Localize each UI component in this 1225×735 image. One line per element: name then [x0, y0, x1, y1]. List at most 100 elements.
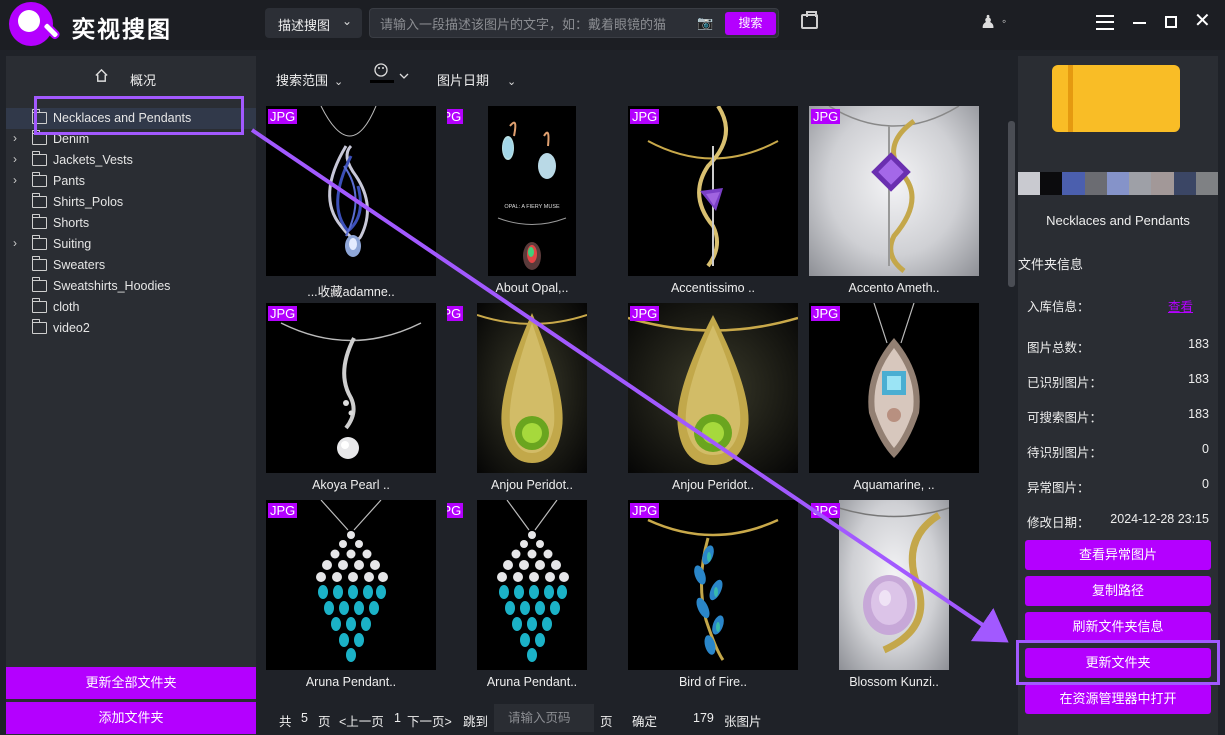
next-page-button[interactable]: 下一页>: [407, 711, 452, 730]
folder-tree-item[interactable]: › Suiting: [6, 234, 256, 255]
file-type-badge: JPG: [447, 503, 464, 518]
grid-scrollbar[interactable]: [1008, 121, 1015, 287]
menu-icon[interactable]: [1096, 15, 1114, 30]
image-date-dropdown[interactable]: 图片日期 ⌄: [437, 70, 516, 89]
folder-tree-label: cloth: [53, 300, 80, 314]
minimize-icon[interactable]: [1133, 22, 1146, 24]
camera-icon[interactable]: 📷: [697, 15, 713, 31]
image-caption: Anjou Peridot..: [491, 478, 573, 492]
folder-tree-item[interactable]: Shirts_Polos: [6, 192, 256, 213]
highlight-box-folder: [34, 96, 244, 135]
folder-tree-label: Pants: [53, 174, 85, 188]
open-in-explorer-button[interactable]: 在资源管理器中打开: [1025, 684, 1211, 714]
image-card[interactable]: JPG Akoya Pearl ..: [266, 303, 436, 496]
page-jump-confirm-button[interactable]: 确定: [632, 711, 657, 730]
folder-tree-item[interactable]: › Jackets_Vests: [6, 150, 256, 171]
image-thumbnail[interactable]: JPG: [447, 303, 617, 473]
folder-info-row: 已识别图片： 183: [1027, 372, 1209, 390]
copy-path-button[interactable]: 复制路径: [1025, 576, 1211, 606]
prev-page-button[interactable]: <上一页: [339, 711, 384, 730]
view-error-images-button[interactable]: 查看异常图片: [1025, 540, 1211, 570]
search-scope-dropdown[interactable]: 搜索范围 ⌄: [276, 70, 343, 89]
folder-icon: [31, 193, 47, 208]
info-key: 修改日期：: [1027, 516, 1090, 530]
filter-toolbar: 搜索范围 ⌄ 图片日期 ⌄: [262, 56, 1012, 100]
image-card[interactable]: JPG Aruna Pendant..: [266, 500, 436, 693]
folder-tree-item[interactable]: cloth: [6, 297, 256, 318]
update-all-folders-button[interactable]: 更新全部文件夹: [6, 667, 256, 699]
color-swatch[interactable]: [1018, 172, 1041, 195]
search-mode-label: 描述搜图: [278, 18, 331, 33]
folder-tree-item[interactable]: Shorts: [6, 213, 256, 234]
image-card[interactable]: JPG Aquamarine, ..: [809, 303, 979, 496]
refresh-folder-info-button[interactable]: 刷新文件夹信息: [1025, 612, 1211, 642]
info-value: 183: [1188, 372, 1209, 386]
color-palette: [1018, 172, 1218, 195]
color-filter-dropdown[interactable]: [370, 62, 412, 91]
image-thumbnail[interactable]: JPG: [447, 500, 617, 670]
image-card[interactable]: OPAL: A FIERY MUSE JPG About Opal,..: [447, 106, 617, 299]
image-thumbnail[interactable]: JPG: [266, 106, 436, 276]
color-swatch[interactable]: [1040, 172, 1063, 195]
image-caption: Aruna Pendant..: [486, 675, 578, 689]
info-key: 已识别图片：: [1027, 376, 1103, 390]
add-folder-button[interactable]: 添加文件夹: [6, 702, 256, 734]
pager-jump-label: 跳到: [463, 715, 489, 729]
image-card[interactable]: JPG Accentissimo ..: [628, 106, 798, 299]
folder-tree-item[interactable]: video2: [6, 318, 256, 339]
file-type-badge: JPG: [630, 306, 660, 321]
color-swatch[interactable]: [1173, 172, 1196, 195]
color-swatch[interactable]: [1151, 172, 1174, 195]
folder-icon: [31, 277, 47, 292]
color-swatch[interactable]: [1129, 172, 1152, 195]
image-thumbnail[interactable]: OPAL: A FIERY MUSE JPG: [447, 106, 617, 276]
folder-tree-label: Sweaters: [53, 258, 106, 272]
folder-tree-item[interactable]: Sweatshirts_Hoodies: [6, 276, 256, 297]
image-card[interactable]: JPG Aruna Pendant..: [447, 500, 617, 693]
color-swatch[interactable]: [1195, 172, 1218, 195]
info-key: 图片总数：: [1027, 341, 1090, 355]
chevron-down-icon: ⌄: [334, 76, 344, 88]
image-card[interactable]: JPG Anjou Peridot..: [447, 303, 617, 496]
folder-tree-label: Shirts_Polos: [53, 195, 124, 209]
image-thumbnail[interactable]: JPG: [628, 303, 798, 473]
view-ingest-info-link[interactable]: 查看: [1168, 296, 1193, 315]
image-card[interactable]: JPG Anjou Peridot..: [628, 303, 798, 496]
image-thumbnail[interactable]: JPG: [809, 106, 979, 276]
search-button[interactable]: 搜索: [725, 12, 776, 35]
user-icon[interactable]: ♟: [980, 12, 996, 33]
folder-tree-item[interactable]: Sweaters: [6, 255, 256, 276]
maximize-icon[interactable]: [1165, 16, 1177, 28]
image-card[interactable]: JPG Blossom Kunzi..: [809, 500, 979, 693]
info-value: 183: [1188, 407, 1209, 421]
image-card[interactable]: JPG ...收藏adamne..: [266, 106, 436, 299]
chevron-right-icon[interactable]: ›: [13, 236, 17, 250]
briefcase-icon[interactable]: [801, 11, 818, 29]
image-card[interactable]: JPG Accento Ameth..: [809, 106, 979, 299]
folder-tree-item[interactable]: › Pants: [6, 171, 256, 192]
color-swatch[interactable]: [1084, 172, 1107, 195]
chevron-right-icon[interactable]: ›: [13, 173, 17, 187]
image-thumbnail[interactable]: JPG: [809, 500, 979, 670]
image-card[interactable]: JPG Bird of Fire..: [628, 500, 798, 693]
close-icon[interactable]: ✕: [1194, 11, 1211, 31]
image-caption: Blossom Kunzi..: [849, 675, 939, 689]
search-input[interactable]: [380, 14, 685, 34]
color-swatch[interactable]: [1062, 172, 1085, 195]
image-thumbnail[interactable]: JPG: [266, 303, 436, 473]
overview-link[interactable]: 概况: [6, 56, 256, 100]
image-thumbnail[interactable]: JPG: [809, 303, 979, 473]
image-caption: Bird of Fire..: [678, 675, 748, 689]
image-count-unit: 张图片: [724, 715, 762, 729]
search-mode-dropdown[interactable]: 描述搜图 ⌄: [265, 8, 362, 38]
chevron-right-icon[interactable]: ›: [13, 152, 17, 166]
image-thumbnail[interactable]: JPG: [628, 500, 798, 670]
chevron-right-icon[interactable]: ›: [13, 131, 17, 145]
image-thumbnail[interactable]: JPG: [628, 106, 798, 276]
image-count: 179: [693, 711, 714, 725]
color-swatch[interactable]: [1106, 172, 1130, 195]
info-value: 0: [1202, 477, 1209, 491]
pager-page-unit2: 页: [600, 715, 613, 729]
image-thumbnail[interactable]: JPG: [266, 500, 436, 670]
page-number-input[interactable]: [494, 704, 594, 732]
